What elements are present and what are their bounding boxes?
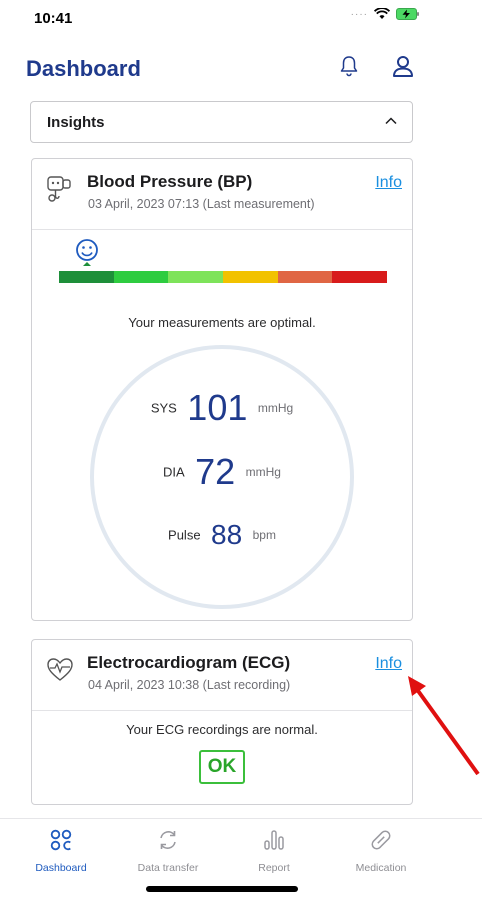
smiley-face-icon (76, 239, 98, 266)
bell-icon[interactable] (338, 54, 360, 78)
sys-unit: mmHg (257, 401, 294, 415)
tab-medication[interactable]: Medication (331, 829, 431, 874)
ecg-info-link[interactable]: Info (375, 655, 402, 673)
dashboard-grid-icon (50, 829, 72, 851)
status-time: 10:41 (34, 10, 73, 27)
ecg-ok-badge: OK (199, 750, 245, 784)
dia-reading: DIA 72 mmHg (32, 451, 412, 493)
tab-data-transfer-label: Data transfer (137, 862, 199, 874)
ecg-card: Electrocardiogram (ECG) 04 April, 2023 1… (31, 639, 413, 805)
blood-pressure-monitor-icon (47, 176, 71, 202)
insights-label: Insights (47, 114, 105, 131)
pulse-label: Pulse (168, 527, 201, 543)
pill-icon (371, 830, 391, 850)
bar-chart-icon (264, 830, 284, 850)
tab-bar: Dashboard Data transfer Report Medicatio… (0, 818, 482, 878)
tab-report[interactable]: Report (224, 829, 324, 874)
wifi-icon (374, 8, 390, 19)
header: Dashboard (0, 48, 482, 88)
ecg-card-header: Electrocardiogram (ECG) 04 April, 2023 1… (32, 640, 412, 711)
sys-value: 101 (187, 387, 248, 428)
bp-risk-scale (59, 271, 388, 283)
tab-data-transfer[interactable]: Data transfer (118, 829, 218, 874)
status-bar: 10:41 ···· (0, 0, 482, 40)
bp-scale-segment (277, 271, 333, 283)
pulse-unit: bpm (252, 528, 276, 542)
page-title: Dashboard (26, 56, 141, 81)
home-indicator (146, 886, 298, 892)
sys-label: SYS (150, 400, 177, 416)
bp-card-header: Blood Pressure (BP) 03 April, 2023 07:13… (32, 159, 412, 230)
tab-medication-label: Medication (355, 862, 407, 874)
tab-dashboard-label: Dashboard (35, 862, 87, 874)
tab-report-label: Report (258, 862, 290, 874)
dia-label: DIA (163, 464, 185, 480)
status-icons: ···· (351, 8, 420, 20)
insights-dropdown[interactable]: Insights (30, 101, 413, 143)
bp-card-title: Blood Pressure (BP) (87, 172, 253, 191)
sync-icon (160, 831, 176, 849)
bp-scale-segment (59, 271, 114, 283)
heart-ecg-icon (47, 658, 73, 681)
battery-charging-icon (396, 8, 419, 20)
user-profile-icon[interactable] (391, 54, 415, 78)
ecg-card-title: Electrocardiogram (ECG) (87, 653, 291, 672)
bp-scale-segment (223, 271, 278, 283)
signal-icon: ···· (350, 8, 368, 20)
dia-value: 72 (195, 451, 236, 492)
bp-info-link[interactable]: Info (375, 174, 402, 192)
chevron-up-icon (385, 117, 397, 125)
ecg-status-message: Your ECG recordings are normal. (126, 722, 318, 737)
bp-scale-segment (332, 271, 388, 283)
bp-scale-segment (168, 271, 224, 283)
bp-scale-segment (113, 271, 169, 283)
dia-unit: mmHg (245, 465, 281, 479)
annotation-arrow (408, 676, 480, 776)
sys-reading: SYS 101 mmHg (32, 387, 412, 429)
bp-card-subtitle: 03 April, 2023 07:13 (Last measurement) (88, 197, 315, 211)
bp-card: Blood Pressure (BP) 03 April, 2023 07:13… (31, 158, 413, 621)
pulse-reading: Pulse 88 bpm (32, 519, 412, 551)
tab-dashboard[interactable]: Dashboard (11, 829, 111, 874)
ecg-card-subtitle: 04 April, 2023 10:38 (Last recording) (88, 678, 291, 692)
bp-status-message: Your measurements are optimal. (128, 315, 316, 330)
pulse-value: 88 (211, 519, 243, 550)
